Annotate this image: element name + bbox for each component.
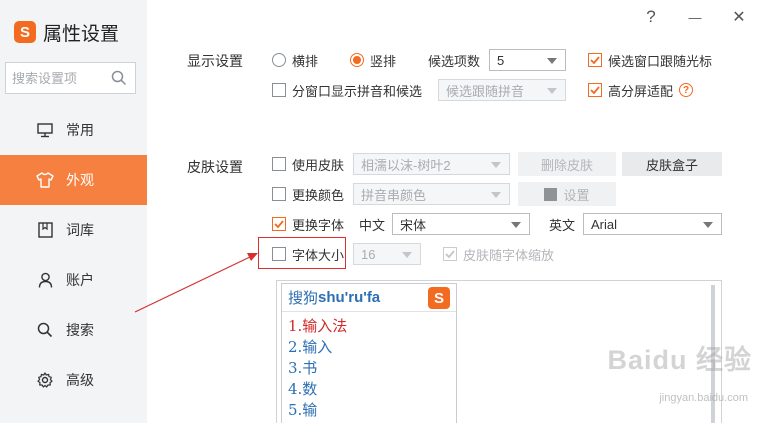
select-value: Arial bbox=[591, 216, 618, 232]
select-value: 候选跟随拼音 bbox=[446, 83, 525, 99]
settings-search-input[interactable] bbox=[12, 70, 108, 86]
chevron-down-icon bbox=[402, 252, 412, 258]
candidate-item: 3.书 bbox=[288, 359, 318, 377]
radio-selected-icon bbox=[350, 53, 364, 67]
change-font-checkbox[interactable]: 更换字体 bbox=[272, 214, 344, 234]
radio-icon bbox=[272, 53, 286, 67]
watermark-url: jingyan.baidu.com bbox=[659, 392, 748, 404]
chevron-down-icon bbox=[547, 88, 557, 94]
person-icon bbox=[36, 271, 54, 289]
chevron-down-icon bbox=[491, 162, 501, 168]
candidate-item: 5.输 bbox=[288, 401, 318, 419]
checkbox-label: 高分屏适配 bbox=[608, 83, 674, 99]
sidebar-item-label: 搜索 bbox=[66, 322, 94, 338]
button-label: 设置 bbox=[563, 187, 590, 203]
select-value: 相濡以沫-树叶2 bbox=[361, 157, 451, 173]
display-settings-label: 显示设置 bbox=[187, 53, 243, 69]
sidebar-item-label: 外观 bbox=[66, 172, 94, 188]
select-value: 宋体 bbox=[400, 217, 427, 233]
candidate-item: 1.输入法 bbox=[288, 317, 348, 335]
checkbox-checked-icon bbox=[443, 247, 457, 261]
high-dpi-checkbox[interactable]: 高分屏适配 ? bbox=[588, 80, 694, 100]
sidebar-item-account[interactable]: 账户 bbox=[0, 255, 147, 305]
sidebar-item-label: 账户 bbox=[66, 272, 94, 288]
book-icon bbox=[36, 221, 54, 239]
candidate-item: 4.数 bbox=[288, 380, 318, 398]
search-icon bbox=[36, 321, 54, 339]
checkbox-label: 分窗口显示拼音和候选 bbox=[292, 83, 423, 99]
checkbox-checked-icon bbox=[588, 83, 602, 97]
checkbox-icon bbox=[272, 157, 286, 171]
checkbox-checked-icon bbox=[272, 217, 286, 231]
sidebar-item-label: 常用 bbox=[66, 122, 94, 138]
font-size-select[interactable]: 16 bbox=[353, 243, 421, 265]
checkbox-checked-icon bbox=[588, 53, 602, 67]
sidebar-item-appearance[interactable]: 外观 bbox=[0, 155, 147, 205]
skin-select[interactable]: 相濡以沫-树叶2 bbox=[353, 153, 510, 175]
sidebar: S 属性设置 常用 外观 词库 账户 搜索 bbox=[0, 0, 147, 423]
checkbox-label: 候选窗口跟随光标 bbox=[608, 53, 713, 69]
select-value: 16 bbox=[361, 246, 376, 262]
candidate-window-preview: 搜狗 shu'ru'fa S 1.输入法 2.输入 3.书 4.数 5.输 bbox=[281, 283, 457, 423]
checkbox-label: 使用皮肤 bbox=[292, 157, 345, 173]
checkbox-label: 皮肤随字体缩放 bbox=[463, 247, 555, 263]
brand: S 属性设置 bbox=[14, 18, 119, 46]
sogou-logo-icon: S bbox=[428, 287, 450, 309]
split-window-select[interactable]: 候选跟随拼音 bbox=[438, 79, 566, 101]
english-font-label: 英文 bbox=[549, 217, 576, 233]
select-value: 拼音串颜色 bbox=[361, 187, 427, 203]
candidate-item: 2.输入 bbox=[288, 338, 333, 356]
color-settings-button[interactable]: 设置 bbox=[518, 182, 616, 206]
gear-icon bbox=[36, 371, 54, 389]
sidebar-item-label: 高级 bbox=[66, 372, 94, 388]
page-title: 属性设置 bbox=[43, 23, 120, 45]
skin-scale-checkbox[interactable]: 皮肤随字体缩放 bbox=[443, 244, 554, 264]
color-select[interactable]: 拼音串颜色 bbox=[353, 183, 510, 205]
checkbox-label: 更换字体 bbox=[292, 217, 345, 233]
settings-search-box bbox=[5, 62, 136, 94]
watermark: Baidu 经验 bbox=[607, 345, 752, 375]
sidebar-item-search[interactable]: 搜索 bbox=[0, 305, 147, 355]
search-icon[interactable] bbox=[111, 70, 127, 89]
split-window-checkbox[interactable]: 分窗口显示拼音和候选 bbox=[272, 80, 422, 100]
skin-settings-label: 皮肤设置 bbox=[187, 159, 243, 175]
help-button[interactable]: ? bbox=[640, 6, 662, 28]
sidebar-item-label: 词库 bbox=[66, 222, 94, 238]
layout-horizontal-radio[interactable]: 横排 bbox=[272, 50, 318, 70]
sogou-logo-icon: S bbox=[14, 21, 36, 43]
chevron-down-icon bbox=[547, 58, 557, 64]
skin-box-button[interactable]: 皮肤盒子 bbox=[622, 152, 722, 176]
delete-skin-button[interactable]: 删除皮肤 bbox=[518, 152, 616, 176]
minimize-button[interactable]: — bbox=[684, 6, 706, 28]
candidate-count-label: 候选项数 bbox=[428, 53, 481, 69]
sidebar-item-dictionary[interactable]: 词库 bbox=[0, 205, 147, 255]
chevron-down-icon bbox=[511, 222, 521, 228]
follow-cursor-checkbox[interactable]: 候选窗口跟随光标 bbox=[588, 50, 712, 70]
english-font-select[interactable]: Arial bbox=[583, 213, 722, 235]
checkbox-icon bbox=[272, 187, 286, 201]
monitor-icon bbox=[36, 121, 54, 139]
pinyin-prefix: 搜狗 bbox=[288, 290, 319, 307]
question-icon[interactable]: ? bbox=[679, 83, 694, 97]
radio-label: 横排 bbox=[292, 53, 319, 69]
chinese-font-select[interactable]: 宋体 bbox=[392, 213, 530, 235]
tshirt-icon bbox=[36, 171, 54, 189]
layout-vertical-radio[interactable]: 竖排 bbox=[350, 50, 396, 70]
change-color-checkbox[interactable]: 更换颜色 bbox=[272, 184, 344, 204]
use-skin-checkbox[interactable]: 使用皮肤 bbox=[272, 154, 344, 174]
checkbox-icon bbox=[272, 83, 286, 97]
chinese-font-label: 中文 bbox=[359, 217, 386, 233]
annotation-highlight-box bbox=[258, 237, 346, 269]
chevron-down-icon bbox=[491, 192, 501, 198]
checkbox-label: 更换颜色 bbox=[292, 187, 345, 203]
color-swatch-icon bbox=[544, 187, 558, 201]
sidebar-item-advanced[interactable]: 高级 bbox=[0, 355, 147, 405]
candidate-count-select[interactable]: 5 bbox=[489, 49, 566, 71]
pinyin-text: shu'ru'fa bbox=[318, 289, 381, 306]
chevron-down-icon bbox=[703, 222, 713, 228]
sidebar-item-common[interactable]: 常用 bbox=[0, 105, 147, 155]
radio-label: 竖排 bbox=[370, 53, 397, 69]
select-value: 5 bbox=[497, 52, 505, 68]
close-button[interactable]: ✕ bbox=[728, 6, 750, 28]
